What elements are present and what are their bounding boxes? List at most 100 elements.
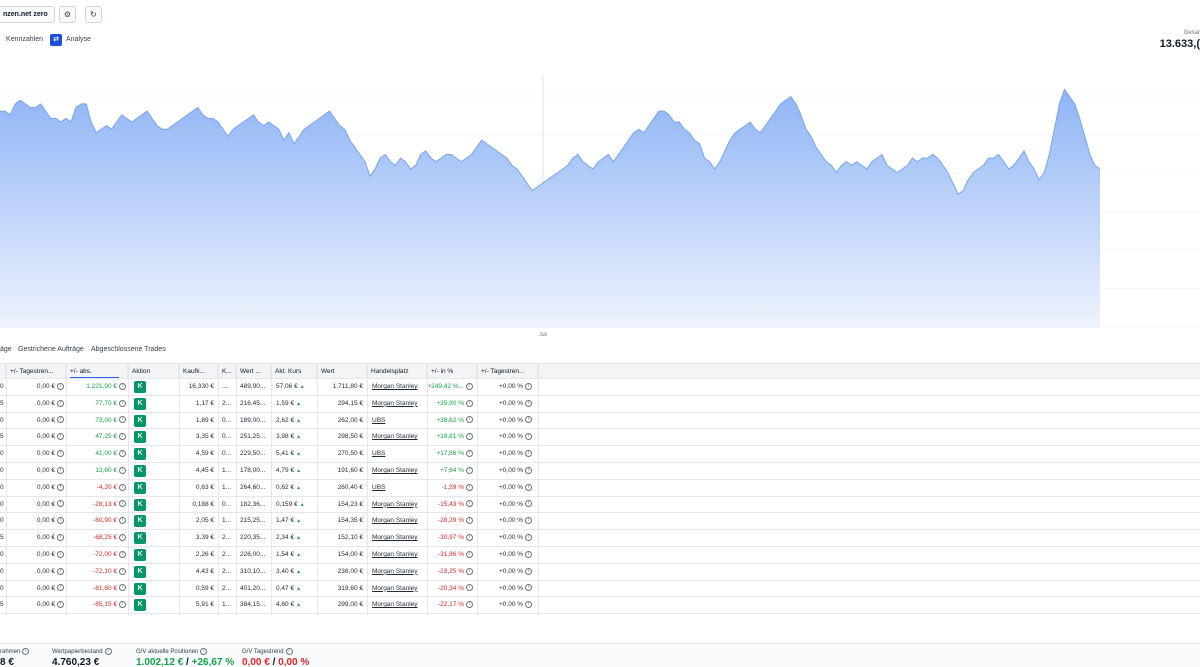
info-icon[interactable]: i bbox=[119, 416, 126, 424]
info-icon[interactable]: i bbox=[119, 567, 126, 575]
info-icon[interactable]: i bbox=[57, 416, 64, 424]
info-icon[interactable]: i bbox=[466, 500, 473, 508]
venue-link[interactable]: Morgan Stanley bbox=[372, 501, 418, 508]
table-row[interactable]: 5 0,00 € i 47,25 € i K 3,35 €0... 251,25... 3,98… bbox=[0, 429, 1200, 447]
buy-action-button[interactable]: K bbox=[134, 599, 146, 612]
buy-action-button[interactable]: K bbox=[134, 498, 146, 511]
venue-link[interactable]: Morgan Stanley bbox=[372, 601, 418, 608]
buy-action-button[interactable]: K bbox=[134, 381, 146, 393]
info-icon[interactable]: i bbox=[119, 550, 126, 558]
info-icon[interactable]: i bbox=[57, 382, 64, 390]
column-header-action[interactable]: Aktion bbox=[128, 364, 179, 379]
column-header-daily-trend-pct[interactable]: +/- Tagestren... bbox=[477, 364, 538, 379]
info-icon[interactable]: i bbox=[57, 399, 64, 407]
info-icon[interactable]: i bbox=[119, 382, 126, 390]
buy-action-button[interactable]: K bbox=[134, 515, 146, 528]
venue-link[interactable]: Morgan Stanley bbox=[372, 433, 418, 440]
venue-link[interactable]: UBS bbox=[372, 450, 385, 457]
info-icon[interactable]: i bbox=[119, 433, 126, 441]
account-selector-button[interactable]: nzen.net zero bbox=[0, 6, 55, 23]
info-icon[interactable]: i bbox=[525, 399, 533, 407]
info-icon[interactable]: i bbox=[57, 533, 64, 541]
info-icon[interactable]: i bbox=[525, 449, 533, 457]
info-icon[interactable]: i bbox=[22, 648, 30, 655]
info-icon[interactable]: i bbox=[57, 584, 64, 592]
buy-action-button[interactable]: K bbox=[134, 532, 146, 545]
info-icon[interactable]: i bbox=[119, 483, 126, 491]
info-icon[interactable]: i bbox=[466, 382, 473, 390]
info-icon[interactable]: i bbox=[525, 533, 533, 541]
table-row[interactable]: 0 0,00 € i -81,60 € i K 0,59 €2... 401,20... 0,4… bbox=[0, 581, 1200, 598]
subtab-orders[interactable]: äge bbox=[0, 344, 12, 356]
info-icon[interactable]: i bbox=[57, 433, 64, 441]
info-icon[interactable]: i bbox=[525, 584, 533, 592]
table-row[interactable]: 5 0,00 € i -68,25 € i K 3,39 €2... 220,35... 2,3… bbox=[0, 530, 1200, 547]
info-icon[interactable]: i bbox=[466, 483, 473, 491]
subtab-cancelled-orders[interactable]: Gestrichene Aufträge bbox=[18, 344, 84, 356]
venue-link[interactable]: Morgan Stanley bbox=[372, 568, 418, 575]
column-header-abs-change[interactable]: +/- abs. bbox=[66, 364, 128, 379]
tab-analyse[interactable]: Analyse bbox=[66, 33, 91, 47]
column-header-pct-change[interactable]: +/- in % bbox=[427, 364, 477, 379]
venue-link[interactable]: Morgan Stanley bbox=[372, 551, 418, 558]
info-icon[interactable]: i bbox=[285, 648, 293, 655]
table-row[interactable]: 0 0,00 € i -4,20 € i K 0,63 €1... 264,60... 0,62… bbox=[0, 480, 1200, 497]
table-row[interactable]: 0 0,00 € i -28,13 € i K 0,188 €0... 182,36... 0,… bbox=[0, 497, 1200, 514]
info-icon[interactable]: i bbox=[466, 567, 473, 575]
column-header-quantity[interactable]: K... bbox=[218, 364, 236, 379]
info-icon[interactable]: i bbox=[119, 500, 126, 508]
table-row[interactable]: 0 0,00 € i 41,00 € i K 4,59 €0... 229,50... 5,41… bbox=[0, 446, 1200, 463]
info-icon[interactable]: i bbox=[57, 483, 64, 491]
subtab-closed-trades[interactable]: Abgeschlossene Trades bbox=[91, 344, 166, 356]
info-icon[interactable]: i bbox=[525, 500, 533, 508]
info-icon[interactable]: i bbox=[466, 449, 473, 457]
table-row[interactable]: 0 0,00 € i 1.221,90 € i K 16,330 €... 489,90...… bbox=[0, 379, 1200, 396]
info-icon[interactable]: i bbox=[466, 416, 473, 424]
info-icon[interactable]: i bbox=[57, 567, 64, 575]
info-icon[interactable]: i bbox=[525, 483, 533, 491]
column-header-value[interactable]: Wert bbox=[317, 364, 367, 379]
table-row[interactable]: 0 0,00 € i -60,90 € i K 2,05 €1... 215,25... 1,4… bbox=[0, 513, 1200, 531]
info-icon[interactable]: i bbox=[57, 500, 64, 508]
analysis-icon[interactable]: ⇄ bbox=[50, 34, 62, 46]
info-icon[interactable]: i bbox=[57, 517, 64, 525]
column-header-daily-trend[interactable]: +/- Tagestren... bbox=[6, 364, 66, 379]
buy-action-button[interactable]: K bbox=[134, 448, 146, 461]
table-row[interactable]: 0 0,00 € i 13,60 € i K 4,45 €1... 178,00... 4,79… bbox=[0, 463, 1200, 480]
info-icon[interactable]: i bbox=[57, 449, 64, 457]
column-header-buy-price[interactable]: Kaufk... bbox=[179, 364, 218, 379]
info-icon[interactable]: i bbox=[119, 517, 126, 525]
venue-link[interactable]: UBS bbox=[372, 484, 385, 491]
venue-link[interactable]: Morgan Stanley bbox=[372, 517, 418, 524]
info-icon[interactable]: i bbox=[119, 533, 126, 541]
info-icon[interactable]: i bbox=[104, 648, 112, 655]
venue-link[interactable]: Morgan Stanley bbox=[372, 383, 418, 390]
table-row[interactable]: 5 0,00 € i -85,15 € i K 5,91 €1... 384,15... 4,6… bbox=[0, 597, 1200, 615]
buy-action-button[interactable]: K bbox=[134, 565, 146, 578]
venue-link[interactable]: Morgan Stanley bbox=[372, 400, 418, 407]
info-icon[interactable]: i bbox=[466, 399, 473, 407]
info-icon[interactable]: i bbox=[200, 648, 208, 655]
info-icon[interactable]: i bbox=[525, 567, 533, 575]
info-icon[interactable]: i bbox=[119, 399, 126, 407]
info-icon[interactable]: i bbox=[525, 433, 533, 441]
info-icon[interactable]: i bbox=[57, 550, 64, 558]
info-icon[interactable]: i bbox=[466, 533, 473, 541]
column-header-buy-value[interactable]: Wert ... bbox=[236, 364, 271, 379]
table-row[interactable]: 0 0,00 € i -72,00 € i K 2,26 €2... 226,00... 1,5… bbox=[0, 547, 1200, 564]
venue-link[interactable]: Morgan Stanley bbox=[372, 534, 418, 541]
portfolio-area-chart[interactable]: Juli bbox=[0, 75, 1200, 340]
info-icon[interactable]: i bbox=[466, 517, 473, 525]
buy-action-button[interactable]: K bbox=[134, 397, 146, 410]
column-header-current-price[interactable]: Akt. Kurs bbox=[271, 364, 317, 379]
info-icon[interactable]: i bbox=[119, 466, 126, 474]
info-icon[interactable]: i bbox=[525, 550, 533, 558]
table-row[interactable]: 5 0,00 € i 77,70 € i K 1,17 €2... 216,45... 1,59… bbox=[0, 396, 1200, 413]
info-icon[interactable]: i bbox=[57, 466, 64, 474]
info-icon[interactable]: i bbox=[466, 550, 473, 558]
venue-link[interactable]: Morgan Stanley bbox=[372, 585, 418, 592]
info-icon[interactable]: i bbox=[466, 601, 473, 609]
venue-link[interactable]: Morgan Stanley bbox=[372, 467, 418, 474]
info-icon[interactable]: i bbox=[466, 466, 473, 474]
info-icon[interactable]: i bbox=[57, 601, 64, 609]
